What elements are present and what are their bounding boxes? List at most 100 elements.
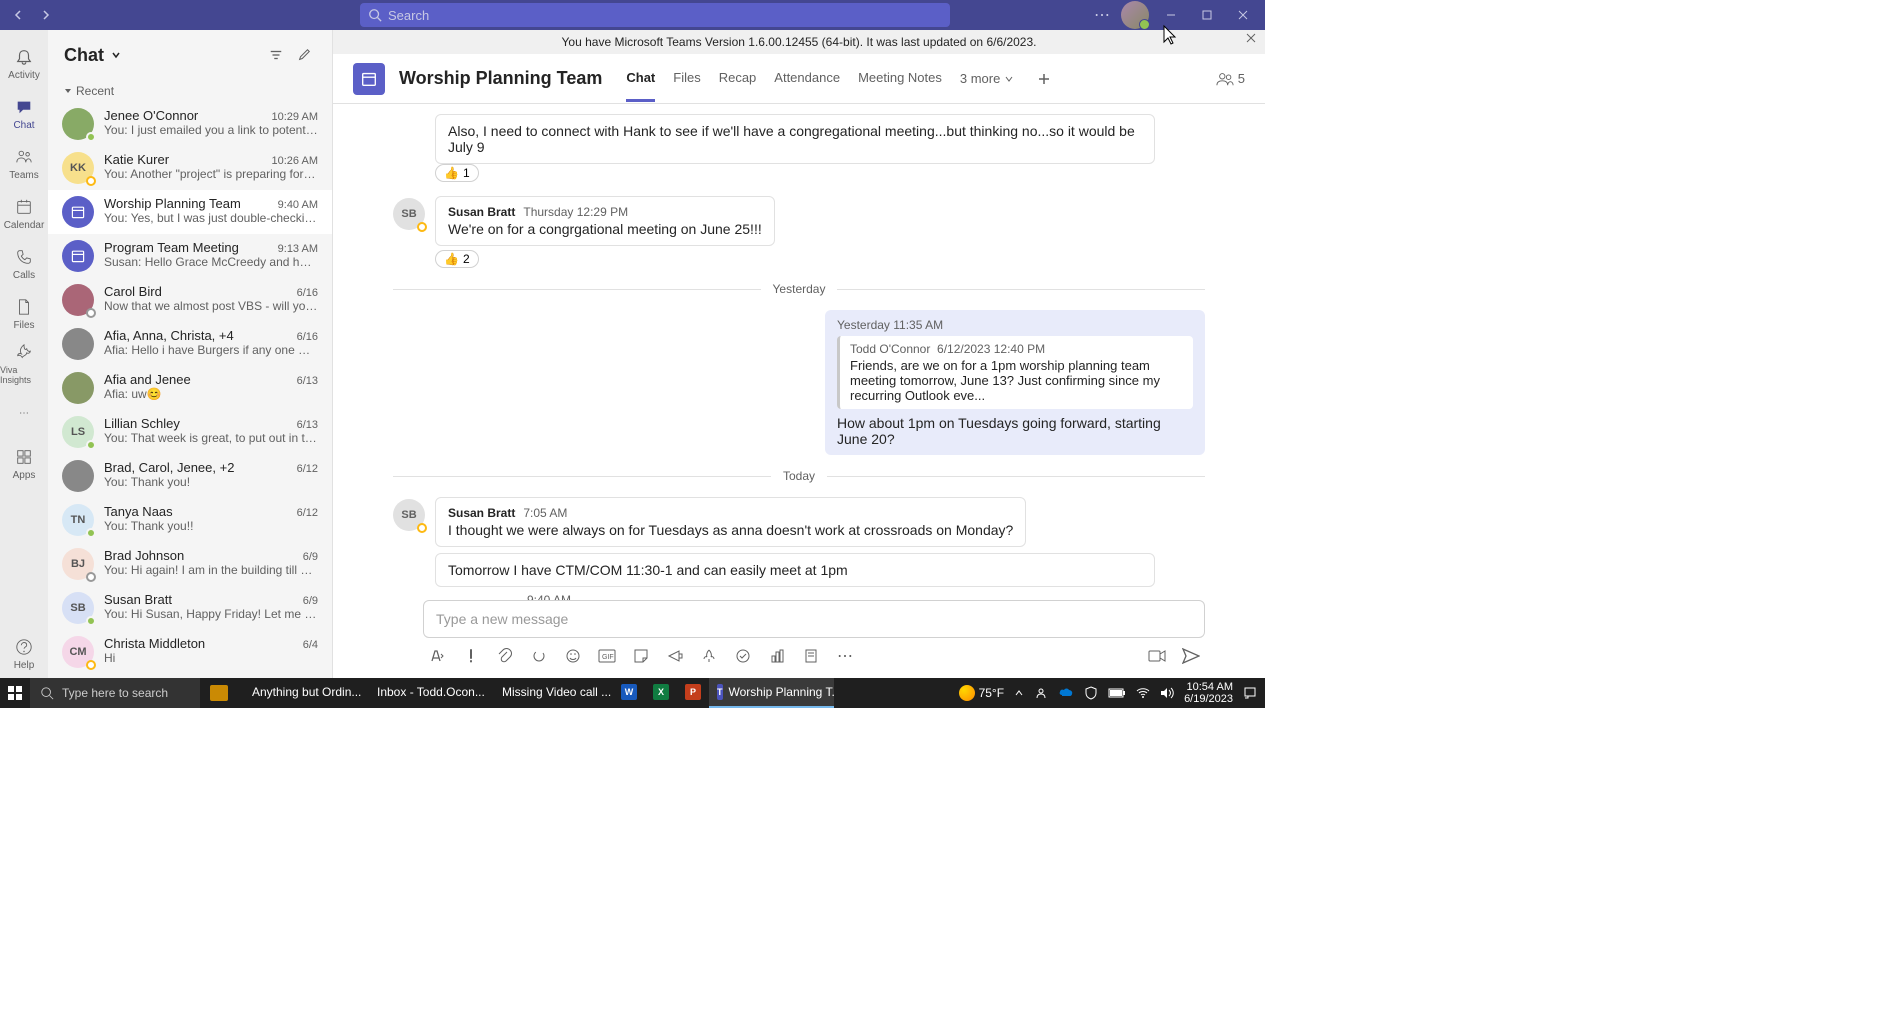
priority-button[interactable] [461, 646, 481, 666]
tray-battery-icon[interactable] [1108, 688, 1126, 698]
add-tab-button[interactable] [1032, 67, 1056, 91]
taskbar-app[interactable]: Missing Video call ... [488, 678, 613, 708]
taskbar-app[interactable]: TWorship Planning T... [709, 678, 834, 708]
tab-attendance[interactable]: Attendance [774, 56, 840, 102]
taskbar-app[interactable]: P [677, 678, 709, 708]
info-banner-close-button[interactable] [1245, 32, 1257, 44]
updates-button[interactable] [801, 646, 821, 666]
rail-activity[interactable]: Activity [0, 38, 48, 88]
chat-list-item[interactable]: Afia, Anna, Christa, +46/16 Afia: Hello … [48, 322, 332, 366]
chat-list-item[interactable]: CM Christa Middleton6/4 Hi [48, 630, 332, 674]
chat-list-item[interactable]: Jenee O'Connor10:29 AM You: I just email… [48, 102, 332, 146]
reaction-chip[interactable]: 👍 2 [435, 250, 479, 268]
chat-item-name: Brad, Carol, Jenee, +2 [104, 460, 234, 475]
filter-button[interactable] [264, 43, 288, 67]
chat-list-item[interactable]: Program Team Meeting9:13 AM Susan: Hello… [48, 234, 332, 278]
taskbar-search[interactable]: Type here to search [30, 678, 200, 708]
tray-onedrive-icon[interactable] [1058, 687, 1074, 699]
taskbar-pinned-app[interactable] [204, 681, 234, 705]
video-clip-button[interactable] [1147, 646, 1167, 666]
chat-list-item[interactable]: SB Susan Bratt6/9 You: Hi Susan, Happy F… [48, 586, 332, 630]
message-bubble[interactable]: Also, I need to connect with Hank to see… [435, 114, 1155, 164]
polls-button[interactable] [767, 646, 787, 666]
sticker-button[interactable] [631, 646, 651, 666]
nav-forward-button[interactable] [32, 1, 60, 29]
rail-calls[interactable]: Calls [0, 238, 48, 288]
compose-input[interactable]: Type a new message [423, 600, 1205, 638]
window-close-button[interactable] [1225, 0, 1261, 30]
tray-chevron-icon[interactable] [1014, 688, 1024, 698]
recent-section-toggle[interactable]: Recent [48, 80, 332, 102]
chat-pane-title[interactable]: Chat [64, 45, 122, 66]
format-button[interactable] [427, 646, 447, 666]
window-minimize-button[interactable] [1153, 0, 1189, 30]
send-button[interactable] [1181, 646, 1201, 666]
notifications-icon[interactable] [1243, 686, 1257, 700]
gif-button[interactable]: GIF [597, 646, 617, 666]
settings-more-button[interactable]: ⋯ [1087, 5, 1117, 25]
attach-button[interactable] [495, 646, 515, 666]
chat-list-item[interactable]: Worship Planning Team9:40 AM You: Yes, b… [48, 190, 332, 234]
rail-help[interactable]: Help [0, 628, 48, 678]
message-bubble[interactable]: Tomorrow I have CTM/COM 11:30-1 and can … [435, 553, 1155, 587]
rail-viva-insights[interactable]: Viva Insights [0, 338, 48, 388]
nav-back-button[interactable] [4, 1, 32, 29]
rail-more[interactable]: ⋯ [0, 388, 48, 438]
more-compose-button[interactable]: ⋯ [835, 646, 855, 666]
rail-teams[interactable]: Teams [0, 138, 48, 188]
sender-avatar[interactable]: SB [393, 499, 425, 531]
chat-list-item[interactable]: BJ Brad Johnson6/9 You: Hi again! I am i… [48, 542, 332, 586]
sender-avatar[interactable]: SB [393, 198, 425, 230]
tab-meeting-notes[interactable]: Meeting Notes [858, 56, 942, 102]
tab-more[interactable]: 3 more [960, 56, 1014, 102]
clock[interactable]: 10:54 AM6/19/2023 [1184, 681, 1233, 705]
emoji-button[interactable] [563, 646, 583, 666]
viva-button[interactable] [699, 646, 719, 666]
chat-list[interactable]: Jenee O'Connor10:29 AM You: I just email… [48, 102, 332, 678]
message-time: Yesterday 11:35 AM [837, 318, 1193, 332]
chat-list-item[interactable]: LS Lillian Schley6/13 You: That week is … [48, 410, 332, 454]
taskbar-app[interactable]: Anything but Ordin... [238, 678, 363, 708]
new-chat-button[interactable] [292, 43, 316, 67]
tray-volume-icon[interactable] [1160, 687, 1174, 699]
chat-list-item[interactable]: Brad, Carol, Jenee, +26/12 You: Thank yo… [48, 454, 332, 498]
tab-chat[interactable]: Chat [626, 56, 655, 102]
taskbar-app[interactable]: W [613, 678, 645, 708]
quoted-message[interactable]: Todd O'Connor 6/12/2023 12:40 PM Friends… [837, 336, 1193, 409]
global-search-input[interactable] [388, 8, 942, 23]
window-maximize-button[interactable] [1189, 0, 1225, 30]
weather-widget[interactable]: 75°F [959, 685, 1004, 701]
chat-list-item[interactable]: Carol Bird6/16 Now that we almost post V… [48, 278, 332, 322]
chat-list-item[interactable]: KK Katie Kurer10:26 AM You: Another "pro… [48, 146, 332, 190]
message-bubble[interactable]: Susan Bratt7:05 AM I thought we were alw… [435, 497, 1026, 547]
user-avatar[interactable] [1121, 1, 1149, 29]
rail-apps[interactable]: Apps [0, 438, 48, 488]
participants-button[interactable]: 5 [1216, 71, 1245, 87]
reaction-chip[interactable]: 👍 1 [435, 164, 479, 182]
rail-chat[interactable]: Chat [0, 88, 48, 138]
chat-item-preview: You: That week is great, to put out in t… [104, 431, 318, 445]
tray-security-icon[interactable] [1084, 686, 1098, 700]
message-bubble-mine[interactable]: Yesterday 11:35 AM Todd O'Connor 6/12/20… [825, 310, 1205, 455]
taskbar-app[interactable]: X [645, 678, 677, 708]
schedule-button[interactable] [665, 646, 685, 666]
chat-list-item[interactable]: TN Tanya Naas6/12 You: Thank you!! [48, 498, 332, 542]
chat-list-item[interactable]: Afia and Jenee6/13 Afia: uw😊 [48, 366, 332, 410]
search-icon [40, 686, 54, 700]
taskbar-app[interactable]: Inbox - Todd.Ocon... [363, 678, 488, 708]
conversation-header: Worship Planning Team Chat Files Recap A… [333, 54, 1265, 104]
tray-people-icon[interactable] [1034, 686, 1048, 700]
approvals-button[interactable] [733, 646, 753, 666]
messages-scroll[interactable]: Also, I need to connect with Hank to see… [333, 104, 1265, 600]
tab-files[interactable]: Files [673, 56, 700, 102]
chat-item-name: Afia and Jenee [104, 372, 191, 387]
tray-wifi-icon[interactable] [1136, 687, 1150, 699]
chat-item-time: 9:40 AM [278, 199, 318, 211]
loop-button[interactable] [529, 646, 549, 666]
global-search[interactable] [360, 3, 950, 27]
rail-files[interactable]: Files [0, 288, 48, 338]
tab-recap[interactable]: Recap [719, 56, 757, 102]
start-button[interactable] [0, 678, 30, 708]
message-bubble[interactable]: Susan BrattThursday 12:29 PM We're on fo… [435, 196, 775, 246]
rail-calendar[interactable]: Calendar [0, 188, 48, 238]
